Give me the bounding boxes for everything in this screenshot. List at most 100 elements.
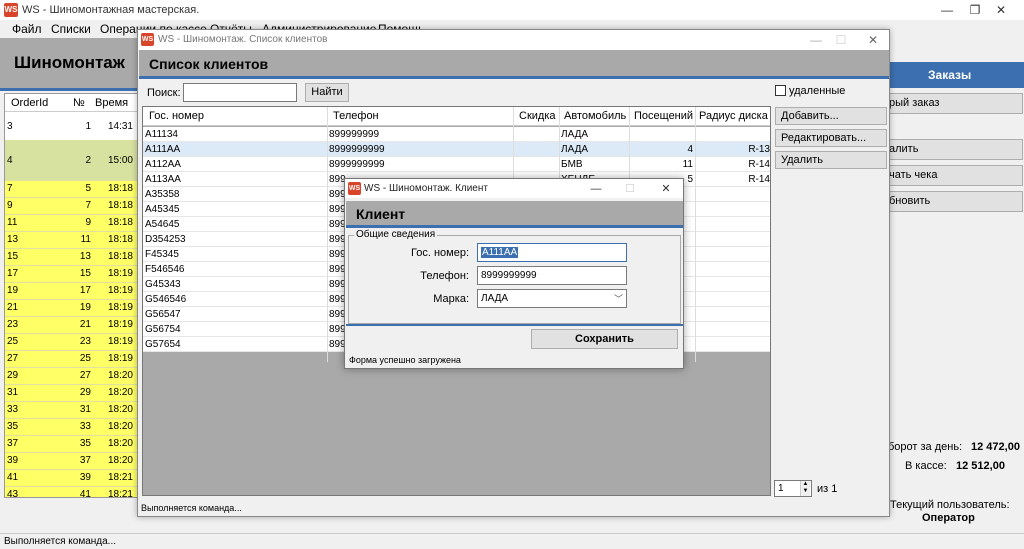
order-time-cell: 15:00 — [107, 155, 133, 166]
order-time-cell: 18:18 — [107, 251, 133, 262]
save-button[interactable]: Сохранить — [531, 329, 678, 349]
order-row[interactable]: 15 13 18:18 — [5, 249, 140, 266]
menu-file[interactable]: Файл — [12, 22, 42, 36]
client-dialog-title: WS - Шиномонтаж. Клиент — [364, 183, 488, 194]
order-row[interactable]: 43 41 18:21 — [5, 487, 140, 498]
order-row[interactable]: 29 27 18:20 — [5, 368, 140, 385]
find-button[interactable]: Найти — [305, 83, 349, 102]
menu-lists[interactable]: Списки — [51, 22, 91, 36]
order-row[interactable]: 33 31 18:20 — [5, 402, 140, 419]
order-number-cell: 15 — [79, 268, 91, 279]
col-radius[interactable]: Радиус диска — [699, 110, 768, 122]
order-row[interactable]: 9 7 18:18 — [5, 198, 140, 215]
order-row[interactable]: 4 2 15:00 — [5, 141, 140, 181]
client-minimize-icon[interactable]: — — [581, 179, 611, 199]
plate-cell: F45345 — [145, 249, 179, 260]
order-row[interactable]: 35 33 18:20 — [5, 419, 140, 436]
new-order-label: рый заказ — [889, 97, 940, 109]
client-row[interactable]: A112AA 8999999999 БМВ 11 R-14 — [143, 157, 770, 172]
clients-titlebar: WS WS - Шиномонтаж. Список клиентов — ☐ … — [138, 30, 889, 50]
col-plate[interactable]: Гос. номер — [149, 110, 204, 122]
plate-label: Гос. номер: — [411, 247, 469, 259]
order-number-cell: 35 — [79, 438, 91, 449]
header-divider — [0, 88, 140, 91]
deleted-checkbox-label[interactable]: удаленные — [789, 85, 845, 97]
order-id-cell: 19 — [7, 285, 19, 296]
client-maximize-icon[interactable]: ☐ — [615, 179, 645, 199]
order-row[interactable]: 41 39 18:21 — [5, 470, 140, 487]
page-spinner-icon[interactable]: ▲ ▼ — [800, 481, 810, 496]
order-number-cell: 5 — [85, 183, 91, 194]
order-row[interactable]: 23 21 18:19 — [5, 317, 140, 334]
chevron-down-icon[interactable]: ﹀ — [614, 292, 623, 305]
order-row[interactable]: 11 9 18:18 — [5, 215, 140, 232]
order-number-cell: 1 — [85, 121, 91, 132]
refresh-button[interactable]: бновить — [888, 191, 1023, 212]
order-number-cell: 41 — [79, 489, 91, 498]
order-row[interactable]: 37 35 18:20 — [5, 436, 140, 453]
phone-cell: 8999999999 — [329, 144, 385, 155]
radius-cell: R-14 — [748, 159, 770, 170]
col-phone[interactable]: Телефон — [333, 110, 379, 122]
col-car[interactable]: Автомобиль — [564, 110, 626, 122]
page-input-value: 1 — [778, 483, 784, 494]
brand-select[interactable]: ЛАДА ﹀ — [477, 289, 627, 308]
order-row[interactable]: 21 19 18:19 — [5, 300, 140, 317]
refresh-label: бновить — [889, 195, 931, 207]
orders-panel-title: Заказы — [928, 68, 972, 82]
new-order-button[interactable]: рый заказ — [888, 93, 1023, 114]
col-discount[interactable]: Скидка — [519, 110, 556, 122]
client-dialog-app-icon: WS — [348, 182, 361, 195]
order-id-cell: 3 — [7, 121, 13, 132]
plate-field[interactable]: A111AA — [477, 243, 627, 262]
order-time-cell: 18:19 — [107, 285, 133, 296]
phone-field[interactable]: 8999999999 — [477, 266, 627, 285]
edit-client-button[interactable]: Редактировать... — [775, 129, 887, 147]
client-row[interactable]: A11134 899999999 ЛАДА — [143, 127, 770, 142]
plate-cell: A11134 — [145, 129, 178, 140]
cash-label: В кассе: — [905, 460, 947, 472]
print-receipt-button[interactable]: чать чека — [888, 165, 1023, 186]
order-id-cell: 37 — [7, 438, 19, 449]
phone-label: Телефон: — [420, 270, 469, 282]
order-number-cell: 31 — [79, 404, 91, 415]
client-dialog-header-divider — [346, 225, 683, 228]
order-row[interactable]: 25 23 18:19 — [5, 334, 140, 351]
order-row[interactable]: 7 5 18:18 — [5, 181, 140, 198]
orders-col-number[interactable]: № — [73, 97, 85, 109]
order-time-cell: 18:20 — [107, 455, 133, 466]
clients-status-text: Выполняется команда... — [141, 503, 242, 513]
order-row[interactable]: 13 11 18:18 — [5, 232, 140, 249]
client-row[interactable]: A111AA 8999999999 ЛАДА 4 R-13 — [143, 142, 770, 157]
clients-close-icon[interactable]: ✕ — [850, 30, 896, 50]
order-row[interactable]: 27 25 18:19 — [5, 351, 140, 368]
col-visits[interactable]: Посещений — [634, 110, 693, 122]
order-number-cell: 7 — [85, 200, 91, 211]
close-icon[interactable]: ✕ — [978, 0, 1024, 20]
plate-cell: A45345 — [145, 204, 180, 215]
order-row[interactable]: 31 29 18:20 — [5, 385, 140, 402]
client-dialog-titlebar: WS WS - Шиномонтаж. Клиент — ☐ ✕ — [345, 179, 683, 198]
plate-cell: G56547 — [145, 309, 181, 320]
add-client-button[interactable]: Добавить... — [775, 107, 887, 125]
delete-order-button[interactable]: алить — [888, 139, 1023, 160]
order-row[interactable]: 3 1 14:31 — [5, 113, 140, 141]
order-id-cell: 15 — [7, 251, 19, 262]
delete-client-button[interactable]: Удалить — [775, 151, 887, 169]
search-input[interactable] — [183, 83, 297, 102]
deleted-checkbox[interactable] — [775, 85, 786, 96]
orders-table[interactable]: OrderId № Время 3 1 14:31 4 2 15:00 7 5 18:18 9 7 1… — [4, 93, 141, 498]
general-info-label: Общие сведения — [354, 229, 438, 240]
order-row[interactable]: 19 17 18:19 — [5, 283, 140, 300]
order-row[interactable]: 39 37 18:20 — [5, 453, 140, 470]
orders-col-orderid[interactable]: OrderId — [11, 97, 48, 109]
order-number-cell: 17 — [79, 285, 91, 296]
radius-cell: R-14 — [748, 174, 770, 185]
order-id-cell: 17 — [7, 268, 19, 279]
order-time-cell: 18:19 — [107, 319, 133, 330]
plate-field-value: A111AA — [481, 247, 519, 258]
client-close-icon[interactable]: ✕ — [651, 179, 681, 199]
order-id-cell: 4 — [7, 155, 13, 166]
order-row[interactable]: 17 15 18:19 — [5, 266, 140, 283]
orders-col-time[interactable]: Время — [95, 97, 128, 109]
